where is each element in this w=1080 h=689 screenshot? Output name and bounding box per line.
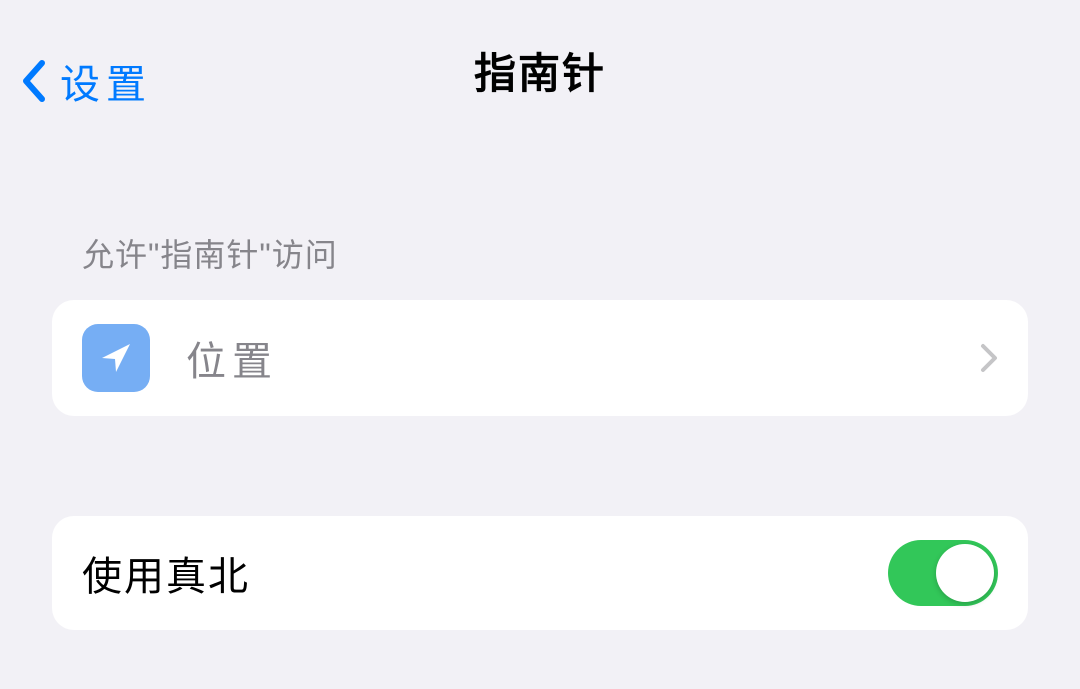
true-north-toggle[interactable] — [888, 540, 998, 606]
back-button[interactable]: 设置 — [20, 52, 152, 110]
location-label: 位置 — [186, 329, 980, 387]
section-header-access: 允许"指南针"访问 — [82, 230, 1028, 276]
page-title: 指南针 — [474, 40, 606, 101]
options-section: 使用真北 — [0, 516, 1080, 630]
navigation-bar: 设置 指南针 — [0, 0, 1080, 140]
true-north-label: 使用真北 — [82, 544, 888, 602]
cell-group-access: 位置 — [52, 300, 1028, 416]
toggle-knob — [936, 544, 994, 602]
location-cell[interactable]: 位置 — [52, 300, 1028, 416]
chevron-left-icon — [20, 59, 48, 103]
spacer — [0, 416, 1080, 516]
back-label: 设置 — [60, 52, 152, 110]
chevron-right-icon — [980, 343, 998, 373]
true-north-cell: 使用真北 — [52, 516, 1028, 630]
access-section: 允许"指南针"访问 位置 — [0, 230, 1080, 416]
location-arrow-icon — [82, 324, 150, 392]
cell-group-options: 使用真北 — [52, 516, 1028, 630]
